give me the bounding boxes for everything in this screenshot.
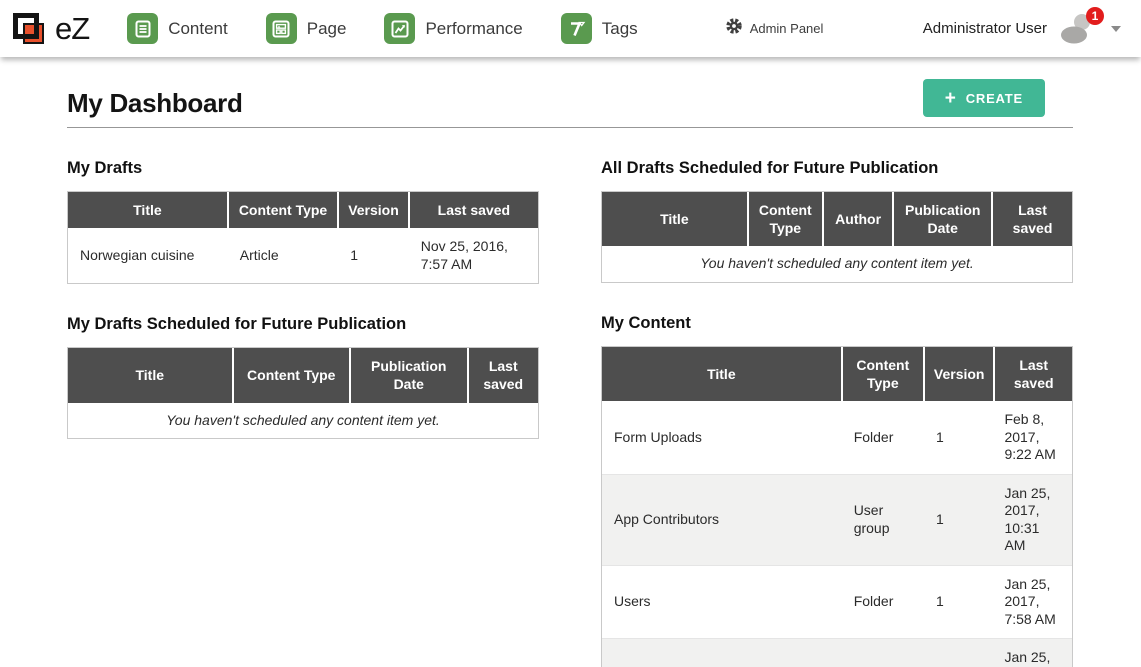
nav-item-performance[interactable]: Performance [384, 13, 522, 44]
my-scheduled-table: TitleContent TypePublication DateLast sa… [67, 347, 539, 439]
user-area: Administrator User 1 [923, 13, 1121, 44]
gear-icon [726, 18, 742, 39]
empty-row: You haven't scheduled any content item y… [68, 403, 538, 439]
table-row[interactable]: UsersFolder1Jan 25, 2017, 7:58 AM [602, 565, 1072, 639]
page-icon [266, 13, 297, 44]
column-header: Title [602, 192, 748, 246]
section-my-scheduled: My Drafts Scheduled for Future Publicati… [67, 315, 539, 439]
nav-label-performance: Performance [425, 19, 522, 39]
my-drafts-table: TitleContent TypeVersionLast savedNorweg… [67, 191, 539, 284]
main-nav: Content Page Performance Tags [127, 13, 638, 44]
column-header: Publication Date [893, 192, 992, 246]
nav-label-content: Content [168, 19, 228, 39]
admin-panel-label: Admin Panel [750, 21, 824, 36]
column-header: Publication Date [350, 348, 468, 402]
column-header: Version [338, 192, 409, 228]
section-title-all-scheduled: All Drafts Scheduled for Future Publicat… [601, 159, 1073, 178]
ez-logo[interactable]: eZ [12, 11, 89, 47]
table-cell: Folder [842, 401, 924, 474]
tags-icon [561, 13, 592, 44]
nav-item-content[interactable]: Content [127, 13, 228, 44]
column-header: Last saved [468, 348, 539, 402]
table-cell: Article [228, 228, 338, 283]
column-header: Title [68, 192, 228, 228]
header-row: TitleContent TypeAuthorPublication DateL… [602, 192, 1072, 246]
column-header: Last saved [992, 192, 1072, 246]
content-icon [127, 13, 158, 44]
table-cell: 1 [924, 565, 995, 639]
column-header: Content Type [842, 347, 924, 401]
column-header: Author [823, 192, 894, 246]
left-column: My Drafts TitleContent TypeVersionLast s… [67, 128, 539, 667]
nav-label-page: Page [307, 19, 347, 39]
table-row[interactable]: Norwegian cuisineArticle1Nov 25, 2016, 7… [68, 228, 538, 283]
section-title-my-drafts: My Drafts [67, 159, 539, 178]
column-header: Last saved [994, 347, 1072, 401]
section-title-my-content: My Content [601, 314, 1073, 333]
table-cell: 1 [924, 474, 995, 565]
logo-black-square [13, 13, 39, 39]
table-row[interactable]: Form UploadsFolder1Feb 8, 2017, 9:22 AM [602, 401, 1072, 474]
nav-label-tags: Tags [602, 19, 638, 39]
all-scheduled-table: TitleContent TypeAuthorPublication DateL… [601, 191, 1073, 283]
nav-item-page[interactable]: Page [266, 13, 347, 44]
my-content-table: TitleContent TypeVersionLast savedForm U… [601, 346, 1073, 667]
table-cell: Jan 25, 2017, 7:58 AM [994, 565, 1072, 639]
table-cell: Form Uploads [602, 401, 842, 474]
table-cell: 1 [338, 228, 409, 283]
table-cell: 1 [924, 401, 995, 474]
table-cell: Folder [842, 639, 924, 667]
page-head: My Dashboard + CREATE [67, 79, 1073, 128]
table-cell: App Contributors [602, 474, 842, 565]
table-cell: Jan 25, 2017, 10:31 AM [994, 474, 1072, 565]
user-name: Administrator User [923, 20, 1047, 37]
logo-text: eZ [55, 11, 89, 47]
ez-logo-icon [12, 12, 46, 46]
table-cell: Nov 25, 2016, 7:57 AM [409, 228, 538, 283]
column-header: Last saved [409, 192, 538, 228]
header-row: TitleContent TypeVersionLast saved [602, 347, 1072, 401]
empty-row: You haven't scheduled any content item y… [602, 246, 1072, 282]
admin-panel-button[interactable]: Admin Panel [726, 18, 824, 39]
section-my-content: My Content TitleContent TypeVersionLast … [601, 314, 1073, 667]
table-cell: Feb 8, 2017, 9:22 AM [994, 401, 1072, 474]
table-cell: 1 [924, 639, 995, 667]
dashboard-page: My Dashboard + CREATE My Drafts TitleCon… [0, 79, 1141, 667]
performance-icon [384, 13, 415, 44]
column-header: Content Type [228, 192, 338, 228]
column-header: Content Type [233, 348, 351, 402]
column-header: Content Type [748, 192, 823, 246]
table-cell: User group [842, 474, 924, 565]
table-cell: Folder [842, 565, 924, 639]
empty-message: You haven't scheduled any content item y… [602, 246, 1072, 282]
section-my-drafts: My Drafts TitleContent TypeVersionLast s… [67, 159, 539, 284]
right-column: All Drafts Scheduled for Future Publicat… [601, 128, 1073, 667]
dashboard-grid: My Drafts TitleContent TypeVersionLast s… [67, 128, 1073, 667]
topbar: eZ Content Page Performance Tags [0, 0, 1141, 57]
section-all-scheduled: All Drafts Scheduled for Future Publicat… [601, 159, 1073, 283]
table-cell: Norwegian cuisine [68, 228, 228, 283]
column-header: Version [924, 347, 995, 401]
create-button-label: CREATE [966, 91, 1023, 106]
table-cell: Users [602, 565, 842, 639]
table-cell: App [602, 639, 842, 667]
chevron-down-icon[interactable] [1111, 26, 1121, 32]
plus-icon: + [945, 89, 957, 108]
user-menu[interactable]: 1 [1059, 13, 1097, 44]
empty-message: You haven't scheduled any content item y… [68, 403, 538, 439]
table-row[interactable]: AppFolder1Jan 25, 2017, 7:55 AM [602, 639, 1072, 667]
column-header: Title [68, 348, 233, 402]
section-title-my-scheduled: My Drafts Scheduled for Future Publicati… [67, 315, 539, 334]
column-header: Title [602, 347, 842, 401]
table-cell: Jan 25, 2017, 7:55 AM [994, 639, 1072, 667]
page-title: My Dashboard [67, 88, 243, 119]
header-row: TitleContent TypeVersionLast saved [68, 192, 538, 228]
header-row: TitleContent TypePublication DateLast sa… [68, 348, 538, 402]
create-button[interactable]: + CREATE [923, 79, 1045, 117]
notification-badge[interactable]: 1 [1086, 7, 1104, 25]
table-row[interactable]: App ContributorsUser group1Jan 25, 2017,… [602, 474, 1072, 565]
nav-item-tags[interactable]: Tags [561, 13, 638, 44]
